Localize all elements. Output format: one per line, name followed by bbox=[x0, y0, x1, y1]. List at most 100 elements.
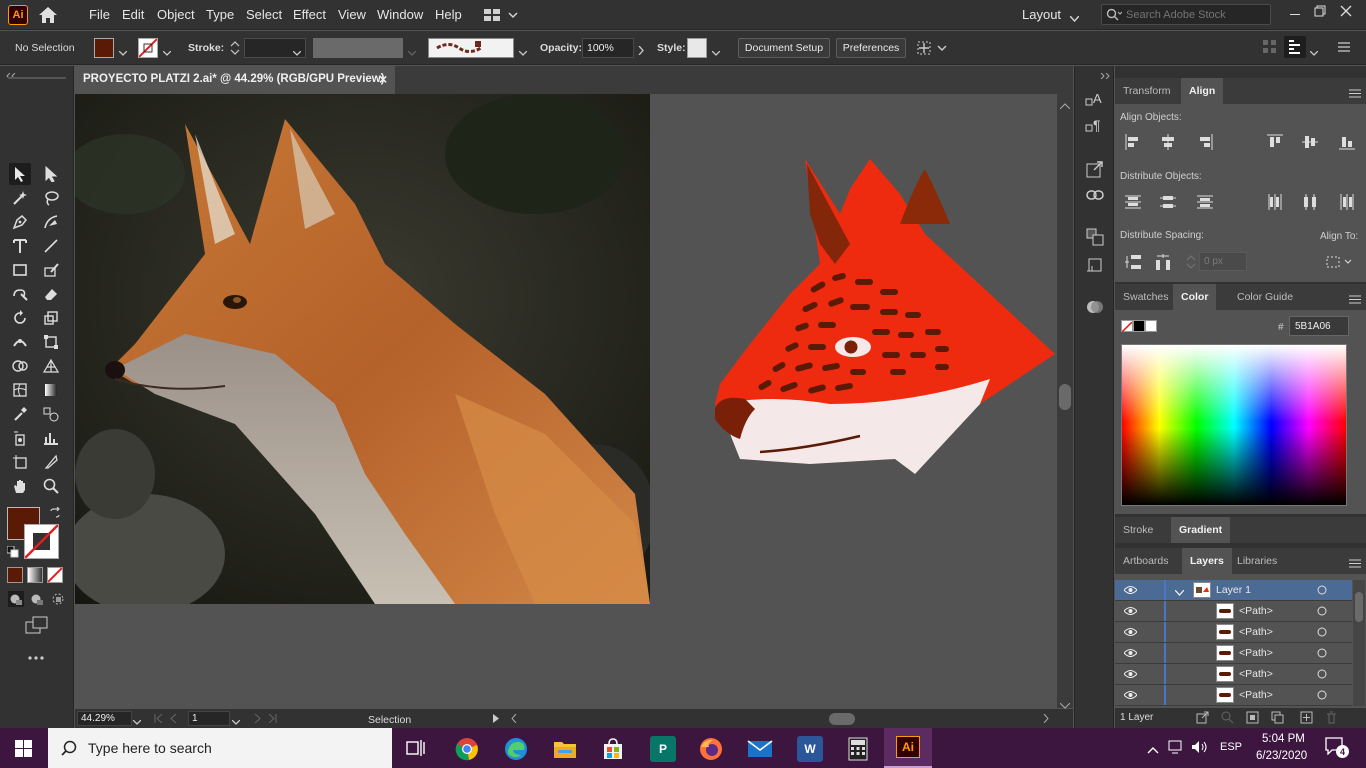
free-transform-tool-icon[interactable] bbox=[40, 331, 62, 353]
tab-transform[interactable]: Transform bbox=[1115, 78, 1178, 104]
tab-artboards[interactable]: Artboards bbox=[1115, 548, 1177, 574]
stroke-weight-stepper[interactable] bbox=[228, 38, 242, 58]
hand-tool-icon[interactable] bbox=[9, 475, 31, 497]
visibility-eye-icon[interactable] bbox=[1123, 648, 1138, 661]
screen-mode-icon[interactable] bbox=[25, 616, 49, 637]
chevron-right-icon[interactable] bbox=[638, 44, 644, 58]
export-assets-icon[interactable] bbox=[1196, 711, 1209, 727]
document-tab[interactable]: PROYECTO PLATZI 2.ai* @ 44.29% (RGB/GPU … bbox=[75, 66, 395, 94]
scroll-thumb[interactable] bbox=[1059, 384, 1071, 410]
blend-tool-icon[interactable] bbox=[40, 403, 62, 425]
eyedropper-tool-icon[interactable] bbox=[9, 403, 31, 425]
visibility-eye-icon[interactable] bbox=[1123, 669, 1138, 682]
preferences-button[interactable]: Preferences bbox=[836, 38, 906, 58]
perspective-grid-tool-icon[interactable] bbox=[40, 355, 62, 377]
layer-row[interactable]: <Path> bbox=[1115, 685, 1352, 706]
distribute-right-icon[interactable] bbox=[1339, 194, 1355, 213]
eraser-tool-icon[interactable] bbox=[40, 283, 62, 305]
target-circle-icon[interactable] bbox=[1317, 627, 1327, 640]
tab-libraries[interactable]: Libraries bbox=[1229, 548, 1285, 574]
distribute-bottom-icon[interactable] bbox=[1197, 194, 1213, 213]
chevron-down-icon[interactable] bbox=[118, 45, 128, 59]
stock-search-input[interactable] bbox=[1126, 7, 1266, 22]
curvature-tool-icon[interactable] bbox=[40, 211, 62, 233]
new-layer-icon[interactable] bbox=[1300, 711, 1313, 727]
distribute-top-icon[interactable] bbox=[1125, 194, 1141, 213]
scroll-thumb[interactable] bbox=[1355, 592, 1363, 622]
slice-tool-icon[interactable] bbox=[40, 451, 62, 473]
column-graph-tool-icon[interactable] bbox=[40, 427, 62, 449]
chevron-down-icon[interactable] bbox=[231, 716, 241, 728]
artboard-tool-icon[interactable] bbox=[9, 451, 31, 473]
file-explorer-icon[interactable] bbox=[552, 736, 578, 762]
properties-toggle-icon[interactable] bbox=[1284, 36, 1306, 58]
clock-date[interactable]: 6/23/2020 bbox=[1256, 750, 1307, 762]
align-horizontal-center-icon[interactable] bbox=[1160, 134, 1176, 153]
document-setup-button[interactable]: Document Setup bbox=[738, 38, 830, 58]
minimize-icon[interactable] bbox=[1290, 14, 1300, 15]
default-colors-icon[interactable] bbox=[6, 545, 19, 561]
toolbar-gripper[interactable] bbox=[8, 77, 66, 79]
none-color-swatch[interactable] bbox=[1121, 320, 1133, 333]
chevron-down-icon[interactable] bbox=[1309, 45, 1319, 59]
zoom-field[interactable]: 44.29% bbox=[77, 711, 132, 726]
collapse-icon[interactable] bbox=[6, 68, 16, 82]
black-color-swatch[interactable] bbox=[1133, 320, 1145, 332]
layer-name[interactable]: Layer 1 bbox=[1216, 584, 1251, 596]
panel-menu-icon[interactable] bbox=[1349, 557, 1361, 571]
selection-tool-icon[interactable] bbox=[9, 163, 31, 185]
chevron-down-icon[interactable] bbox=[1174, 587, 1185, 599]
vertical-scrollbar[interactable] bbox=[1057, 94, 1073, 709]
align-vertical-center-icon[interactable] bbox=[1302, 134, 1318, 153]
scroll-right-icon[interactable] bbox=[1043, 713, 1049, 726]
shape-builder-tool-icon[interactable] bbox=[9, 355, 31, 377]
make-clipping-mask-icon[interactable] bbox=[1246, 711, 1259, 727]
target-circle-icon[interactable] bbox=[1317, 585, 1327, 598]
opacity-input[interactable]: 100% bbox=[582, 38, 634, 58]
stock-search-field[interactable] bbox=[1101, 4, 1271, 25]
target-circle-icon[interactable] bbox=[1317, 648, 1327, 661]
tab-gradient[interactable]: Gradient bbox=[1171, 517, 1231, 543]
fox-illustration[interactable] bbox=[710, 154, 1057, 479]
transform-panel-icon[interactable] bbox=[1086, 256, 1104, 277]
draw-normal-icon[interactable] bbox=[8, 591, 24, 607]
rectangle-tool-icon[interactable] bbox=[9, 259, 31, 281]
clock-time[interactable]: 5:04 PM bbox=[1262, 733, 1305, 745]
chevron-down-icon[interactable] bbox=[711, 45, 721, 59]
export-icon[interactable] bbox=[1086, 160, 1104, 181]
windows-start-icon[interactable] bbox=[15, 740, 32, 760]
path-name[interactable]: <Path> bbox=[1239, 626, 1273, 638]
width-tool-icon[interactable] bbox=[9, 331, 31, 353]
task-view-icon[interactable] bbox=[406, 739, 426, 760]
chrome-icon[interactable] bbox=[454, 736, 480, 762]
tab-color[interactable]: Color bbox=[1173, 284, 1217, 310]
layer-row[interactable]: <Path> bbox=[1115, 664, 1352, 685]
tab-layers[interactable]: Layers bbox=[1182, 548, 1232, 574]
target-circle-icon[interactable] bbox=[1317, 669, 1327, 682]
volume-icon[interactable] bbox=[1191, 740, 1209, 757]
type-tool-icon[interactable] bbox=[9, 235, 31, 257]
chevron-down-icon[interactable] bbox=[1069, 11, 1080, 25]
panel-menu-icon[interactable] bbox=[1349, 87, 1361, 101]
mesh-tool-icon[interactable] bbox=[9, 379, 31, 401]
draw-behind-icon[interactable] bbox=[29, 591, 45, 610]
horizontal-distribute-space-icon[interactable] bbox=[1155, 254, 1173, 273]
menu-edit[interactable]: Edit bbox=[122, 7, 144, 22]
appearance-panel-icon[interactable] bbox=[1086, 298, 1104, 319]
visibility-eye-icon[interactable] bbox=[1123, 627, 1138, 640]
distribute-horizontal-center-icon[interactable] bbox=[1302, 194, 1318, 213]
hex-input[interactable]: 5B1A06 bbox=[1289, 316, 1349, 336]
language-indicator[interactable]: ESP bbox=[1220, 741, 1242, 753]
new-sublayer-icon[interactable] bbox=[1271, 711, 1284, 727]
paintbrush-tool-icon[interactable] bbox=[40, 259, 62, 281]
line-tool-icon[interactable] bbox=[40, 235, 62, 257]
variable-width-profile[interactable] bbox=[313, 38, 403, 58]
character-panel-icon[interactable]: A bbox=[1085, 90, 1105, 111]
color-mode-icon[interactable] bbox=[7, 567, 23, 583]
align-top-icon[interactable] bbox=[1267, 134, 1283, 153]
menu-select[interactable]: Select bbox=[246, 7, 282, 22]
taskbar-search-box[interactable]: Type here to search bbox=[48, 728, 392, 768]
tab-color-guide[interactable]: Color Guide bbox=[1229, 284, 1301, 310]
align-left-icon[interactable] bbox=[1125, 134, 1141, 153]
distribute-vertical-center-icon[interactable] bbox=[1160, 194, 1176, 213]
